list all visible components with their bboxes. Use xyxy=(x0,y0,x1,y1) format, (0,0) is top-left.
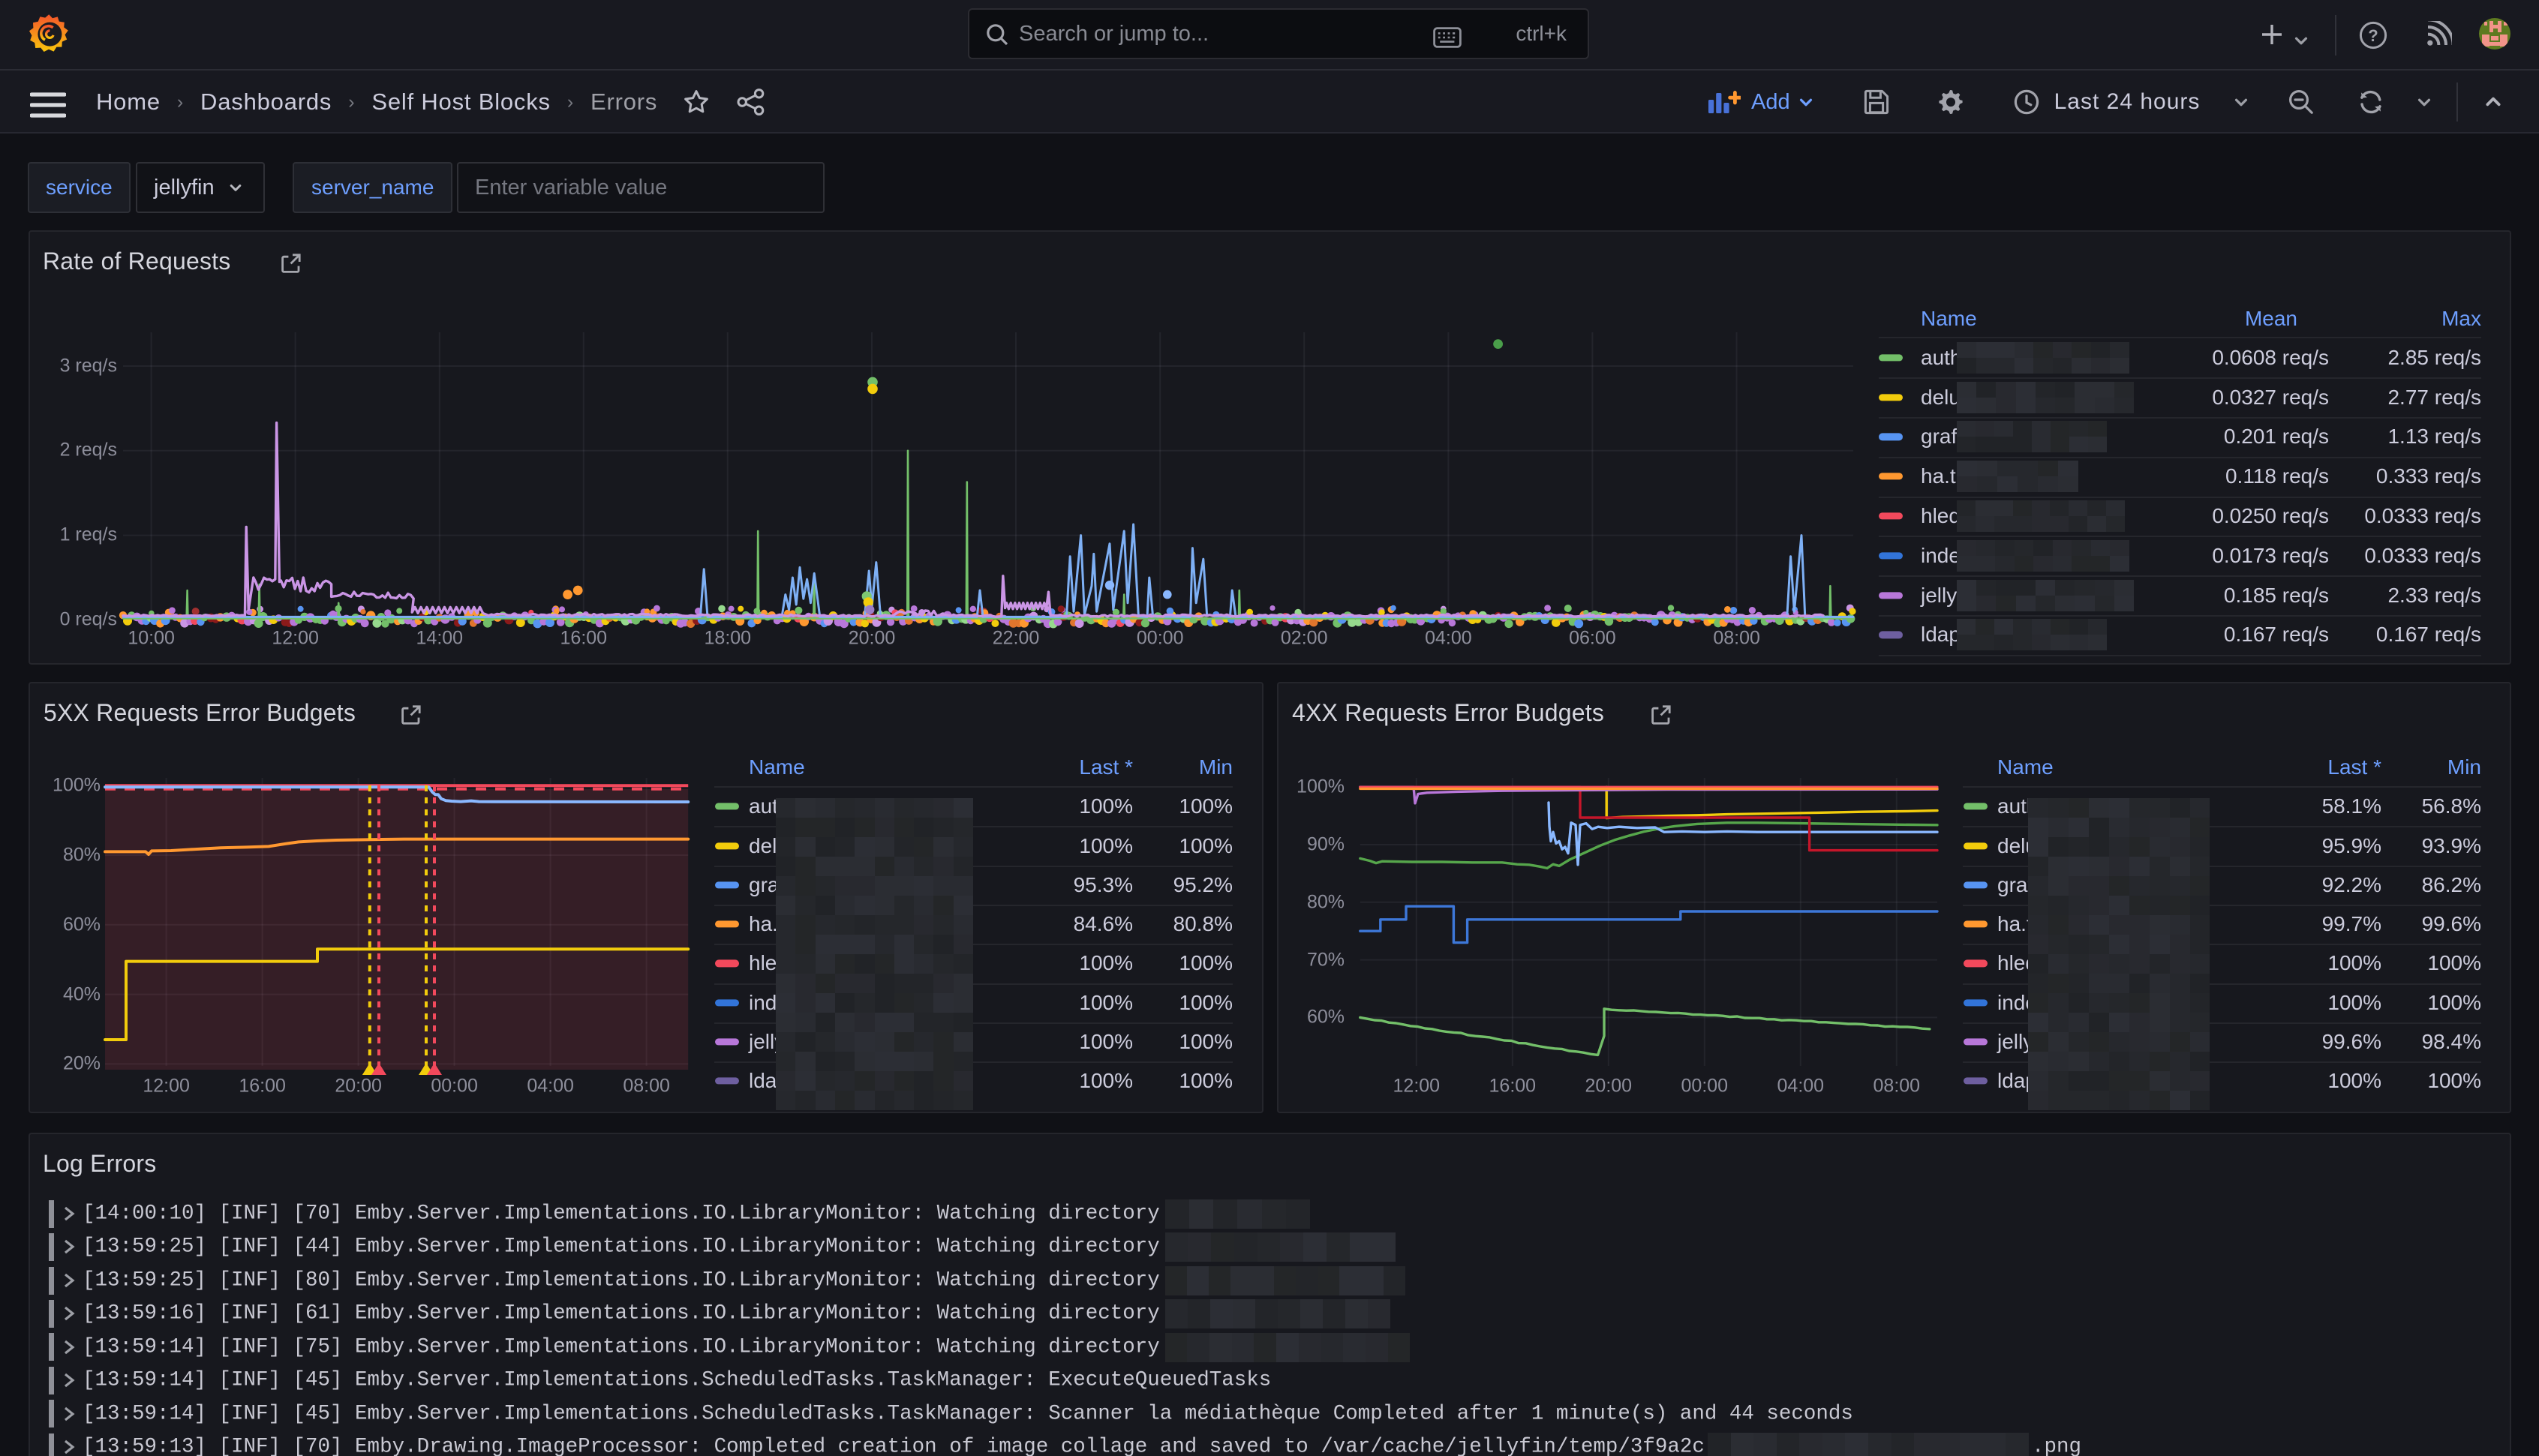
svg-text:?: ? xyxy=(2368,26,2378,45)
